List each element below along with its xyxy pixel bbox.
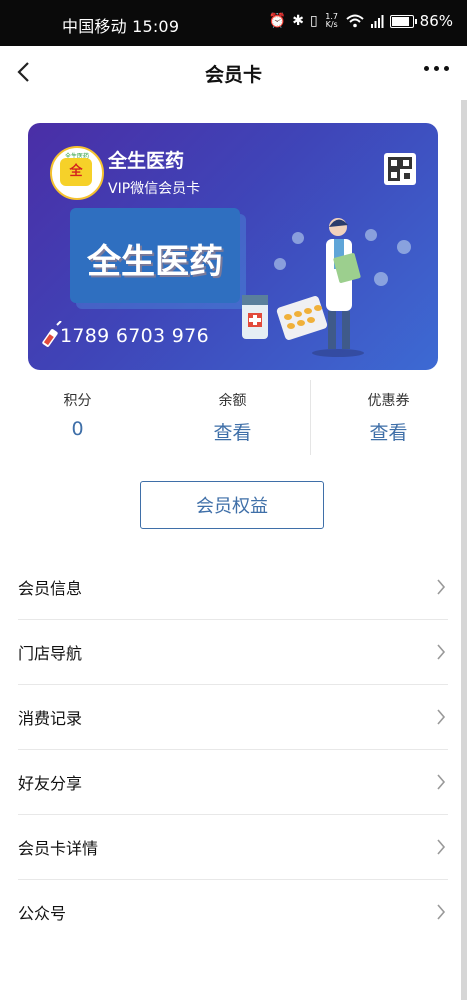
- member-benefits-button[interactable]: 会员权益: [140, 481, 324, 529]
- menu-item-official-account[interactable]: 公众号: [18, 880, 448, 944]
- coupon-label: 优惠券: [367, 393, 410, 409]
- balance-stat[interactable]: 余额 查看: [155, 380, 310, 445]
- chevron-right-icon: [437, 774, 446, 790]
- banner-text: 全生医药: [87, 242, 223, 282]
- menu-item-share-friends[interactable]: 好友分享: [18, 750, 448, 815]
- points-label: 积分: [63, 393, 92, 409]
- stats-row: 积分 0 余额 查看 优惠券 查看: [0, 380, 467, 455]
- more-icon[interactable]: [424, 66, 449, 71]
- logo-mark: 全: [60, 158, 92, 186]
- battery-icon: [389, 14, 417, 28]
- balance-value: 查看: [213, 422, 252, 444]
- menu-item-label: 好友分享: [18, 774, 83, 793]
- card-number: 1789 6703 976: [60, 325, 209, 347]
- chevron-right-icon: [437, 579, 446, 595]
- menu-item-label: 会员信息: [18, 579, 83, 598]
- menu-list: 会员信息 门店导航 消费记录 好友分享 会员卡详情 公众号: [18, 555, 448, 944]
- balance-label: 余额: [218, 393, 247, 409]
- vibrate-icon: ▯: [309, 13, 318, 29]
- menu-item-label: 会员卡详情: [18, 839, 99, 858]
- menu-item-store-navigation[interactable]: 门店导航: [18, 620, 448, 685]
- brand-banner: 全生医药: [70, 208, 240, 303]
- signal-icon: [370, 15, 384, 28]
- bluetooth-icon: ✱: [292, 13, 304, 29]
- wifi-icon: [345, 14, 364, 28]
- scrollbar[interactable]: [461, 100, 467, 1000]
- coupon-value: 查看: [369, 422, 408, 444]
- qr-code-icon[interactable]: [384, 153, 416, 185]
- nav-bar: 会员卡: [0, 46, 467, 100]
- alarm-icon: ⏰: [268, 13, 287, 29]
- points-stat[interactable]: 积分 0: [0, 380, 155, 440]
- chevron-right-icon: [437, 644, 446, 660]
- menu-item-card-details[interactable]: 会员卡详情: [18, 815, 448, 880]
- chevron-right-icon: [437, 709, 446, 725]
- menu-item-member-info[interactable]: 会员信息: [18, 555, 448, 620]
- net-speed-unit: K/s: [325, 20, 338, 29]
- chevron-right-icon: [437, 904, 446, 920]
- menu-item-purchase-history[interactable]: 消费记录: [18, 685, 448, 750]
- battery-percent: 86%: [419, 12, 453, 30]
- member-card[interactable]: 全生医药 全 全生医药 VIP微信会员卡 全生医药 1789 6703 976: [28, 123, 438, 370]
- chevron-right-icon: [437, 839, 446, 855]
- points-value: 0: [71, 418, 84, 440]
- carrier-time: 中国移动 15:09: [62, 17, 180, 36]
- net-speed: 1.7 K/s: [324, 13, 340, 29]
- coupon-stat[interactable]: 优惠券 查看: [311, 380, 466, 445]
- status-bar: 中国移动 15:09 ⏰ ✱ ▯ 1.7 K/s 86%: [0, 0, 467, 46]
- menu-item-label: 消费记录: [18, 709, 83, 728]
- menu-item-label: 公众号: [18, 904, 67, 923]
- status-icons: ⏰ ✱ ▯ 1.7 K/s 86%: [269, 12, 453, 30]
- doctor-illustration: [242, 218, 411, 357]
- page-title: 会员卡: [204, 64, 262, 86]
- brand-name: 全生医药: [108, 150, 185, 172]
- card-type: VIP微信会员卡: [108, 181, 201, 197]
- brand-logo: 全生医药 全: [50, 146, 104, 200]
- menu-item-label: 门店导航: [18, 644, 83, 663]
